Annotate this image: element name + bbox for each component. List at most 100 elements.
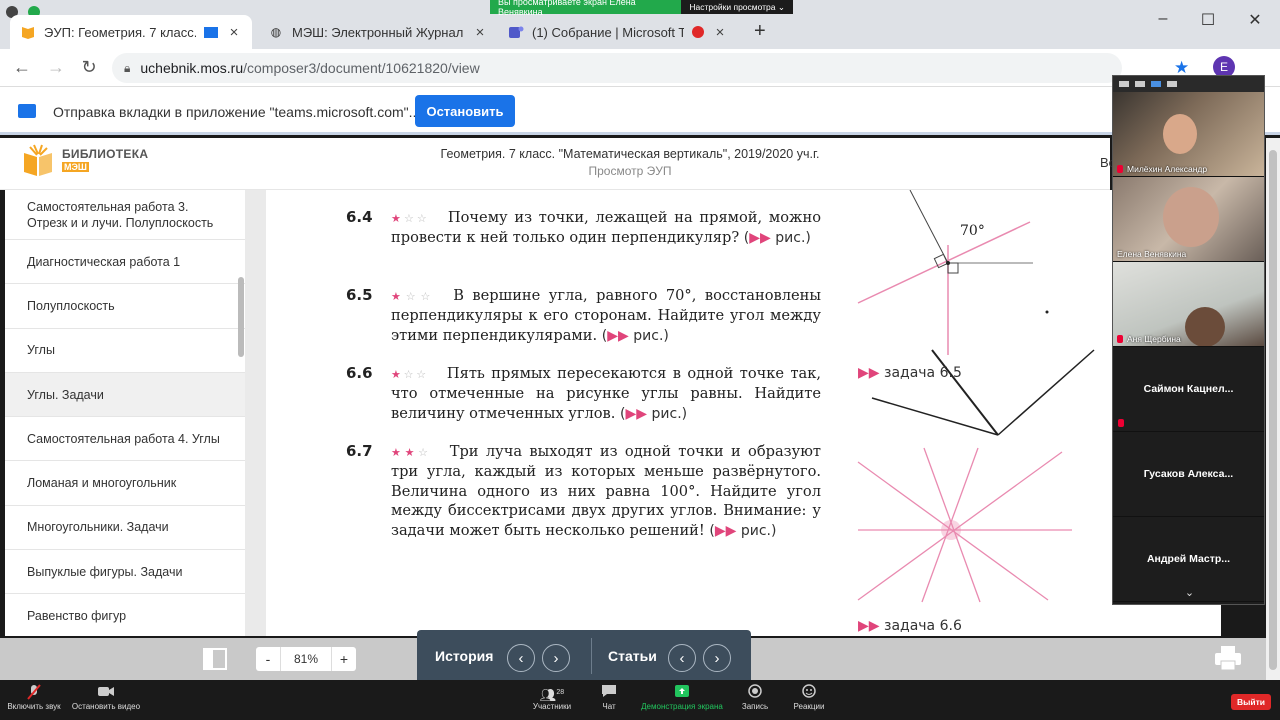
participant-video-tile[interactable]: Милёхин Александр bbox=[1113, 92, 1264, 177]
show-more-button[interactable]: ⌄ bbox=[1113, 586, 1266, 604]
sidebar-item[interactable]: Диагностическая работа 1 bbox=[5, 240, 245, 285]
sidebar-item[interactable]: Многоугольники. Задачи bbox=[5, 506, 245, 551]
address-bar-row: ← → ↻ 🔒︎ uchebnik.mos.ru/composer3/docum… bbox=[0, 49, 1280, 87]
smile-icon bbox=[790, 684, 828, 702]
chat-label: Чат bbox=[602, 702, 616, 711]
difficulty-stars-icon: ★☆☆ bbox=[391, 368, 429, 381]
library-favicon-icon bbox=[20, 24, 36, 40]
url-path: /composer3/document/10621820/view bbox=[243, 60, 480, 76]
sidebar-item[interactable]: Самостоятельная работа 4. Углы bbox=[5, 417, 245, 462]
sidebar-item[interactable]: Самостоятельная работа 3. Отрезк и и луч… bbox=[5, 190, 245, 240]
print-icon[interactable] bbox=[1213, 644, 1243, 672]
view-options-button[interactable]: Настройки просмотра ⌄ bbox=[681, 0, 793, 14]
page-header: БИБЛИОТЕКА МЭШ Геометрия. 7 класс. "Мате… bbox=[0, 138, 1115, 190]
record-button[interactable]: Запись bbox=[738, 684, 772, 711]
zoom-in-button[interactable]: + bbox=[332, 651, 356, 667]
url-input[interactable]: 🔒︎ uchebnik.mos.ru/composer3/document/10… bbox=[112, 53, 1122, 83]
sidebar-item[interactable]: Равенство фигур bbox=[5, 594, 245, 636]
history-label: История bbox=[435, 648, 494, 664]
participants-button[interactable]: 👥︎28 Участники bbox=[530, 684, 574, 711]
angle-label: 70° bbox=[960, 223, 985, 239]
participant-name-tile[interactable]: Саймон Кацнел... bbox=[1113, 347, 1264, 432]
history-prev-button[interactable]: ‹ bbox=[507, 644, 535, 672]
chat-button[interactable]: Чат bbox=[592, 684, 626, 711]
figure-link[interactable]: (▶▶ рис.) bbox=[620, 406, 687, 422]
zoom-out-button[interactable]: - bbox=[256, 651, 280, 667]
cast-icon bbox=[204, 26, 218, 38]
tab-close-icon[interactable]: × bbox=[472, 24, 488, 41]
reactions-button[interactable]: Реакции bbox=[790, 684, 828, 711]
participant-video-tile[interactable]: Елена Венявкина bbox=[1113, 177, 1264, 262]
reload-button[interactable]: ↻ bbox=[77, 57, 101, 78]
new-tab-button[interactable]: + bbox=[754, 20, 766, 43]
articles-prev-button[interactable]: ‹ bbox=[668, 644, 696, 672]
tab-close-icon[interactable]: × bbox=[712, 24, 728, 41]
document-title: Геометрия. 7 класс. "Математическая верт… bbox=[440, 147, 820, 161]
sidebar: Самостоятельная работа 3. Отрезк и и луч… bbox=[5, 190, 245, 636]
tab-title: ЭУП: Геометрия. 7 класс. "М bbox=[44, 24, 196, 40]
tab-uchebnik[interactable]: ЭУП: Геометрия. 7 класс. "М × bbox=[10, 15, 252, 49]
figure-link[interactable]: (▶▶ рис.) bbox=[602, 328, 669, 344]
participant-name: Андрей Мастр... bbox=[1146, 553, 1231, 565]
problem-6-4: 6.4 ★☆☆ Почему из точки, лежащей на прямо… bbox=[346, 208, 821, 249]
problem-6-5: 6.5 ★☆☆ В вершине угла, равного 70°, восс… bbox=[346, 286, 821, 346]
zoom-control: - 81% + bbox=[256, 647, 356, 671]
participant-video-tile[interactable]: Аня Щербина bbox=[1113, 262, 1264, 347]
cast-infobar: Отправка вкладки в приложение "teams.mic… bbox=[0, 87, 1280, 135]
sidebar-item[interactable]: Ломаная и многоугольник bbox=[5, 461, 245, 506]
screen-share-banner: Вы просматриваете экран Елена Венявкина … bbox=[490, 0, 793, 17]
problem-number: 6.7 bbox=[346, 442, 373, 460]
sidebar-item-active[interactable]: Углы. Задачи bbox=[5, 372, 245, 418]
recording-dot-icon bbox=[692, 26, 704, 38]
articles-next-button[interactable]: › bbox=[703, 644, 731, 672]
forward-button[interactable]: → bbox=[44, 57, 68, 78]
stop-video-label: Остановить видео bbox=[71, 702, 141, 711]
participants-label: Участники bbox=[532, 702, 572, 711]
record-label: Запись bbox=[741, 702, 769, 711]
window-close-button[interactable]: ✕ bbox=[1240, 10, 1270, 30]
difficulty-stars-icon: ★★☆ bbox=[391, 446, 432, 459]
sidebar-item[interactable]: Углы bbox=[5, 329, 245, 373]
figure-link[interactable]: (▶▶ рис.) bbox=[709, 523, 776, 539]
logo-title: БИБЛИОТЕКА bbox=[62, 147, 149, 161]
divider bbox=[591, 638, 592, 674]
articles-label: Статьи bbox=[608, 648, 657, 664]
stop-video-button[interactable]: Остановить видео bbox=[70, 684, 142, 711]
sidebar-item[interactable]: Полуплоскость bbox=[5, 284, 245, 329]
participant-face bbox=[1185, 307, 1225, 346]
tab-mesh-journal[interactable]: ◍ МЭШ: Электронный Журнал × bbox=[258, 15, 498, 49]
minimize-button[interactable]: – bbox=[1148, 10, 1178, 28]
unmute-button[interactable]: Включить звук bbox=[4, 684, 64, 711]
sidebar-item[interactable]: Выпуклые фигуры. Задачи bbox=[5, 550, 245, 595]
tab-teams[interactable]: (1) Собрание | Microsoft Tea × bbox=[498, 15, 738, 49]
document-subtitle: Просмотр ЭУП bbox=[588, 164, 672, 178]
back-button[interactable]: ← bbox=[10, 57, 34, 78]
history-next-button[interactable]: › bbox=[542, 644, 570, 672]
stop-button[interactable]: Остановить bbox=[415, 95, 515, 127]
view-switcher[interactable] bbox=[1113, 76, 1264, 92]
participant-name-tile[interactable]: Гусаков Алекса... bbox=[1113, 432, 1264, 517]
chat-icon bbox=[592, 684, 626, 702]
share-screen-button[interactable]: Демонстрация экрана bbox=[636, 684, 728, 711]
leave-meeting-button[interactable]: Выйти bbox=[1231, 694, 1271, 710]
page-scrollbar[interactable] bbox=[1266, 138, 1280, 680]
maximize-button[interactable]: ☐ bbox=[1193, 10, 1223, 30]
task-6-5-link[interactable]: ▶▶ задача 6.5 bbox=[858, 365, 962, 381]
participants-icon: 👥︎28 bbox=[539, 687, 565, 703]
library-logo-icon[interactable] bbox=[20, 143, 56, 179]
zoom-value[interactable]: 81% bbox=[280, 647, 332, 671]
task-6-6-link[interactable]: ▶▶ задача 6.6 bbox=[858, 618, 962, 634]
sidebar-scrollbar[interactable] bbox=[238, 277, 244, 357]
geometry-figures: 70° bbox=[857, 190, 1095, 603]
problem-6-7: 6.7 ★★☆ Три луча выходят из одной точки и… bbox=[346, 442, 821, 541]
camera-icon bbox=[70, 684, 142, 702]
meeting-controls-bar: Включить звук Остановить видео 👥︎28 Учас… bbox=[0, 680, 1280, 720]
tab-close-icon[interactable]: × bbox=[226, 24, 242, 41]
page-view-icon[interactable] bbox=[203, 648, 227, 670]
meeting-video-panel: Милёхин Александр Елена Венявкина Аня Ще… bbox=[1112, 75, 1265, 605]
scrollbar-thumb[interactable] bbox=[1269, 150, 1277, 670]
figure-link[interactable]: (▶▶ рис.) bbox=[744, 230, 811, 246]
problem-6-6: 6.6 ★☆☆ Пять прямых пересекаются в одной … bbox=[346, 364, 821, 424]
participant-name: Аня Щербина bbox=[1127, 334, 1181, 344]
problem-number: 6.6 bbox=[346, 364, 373, 382]
